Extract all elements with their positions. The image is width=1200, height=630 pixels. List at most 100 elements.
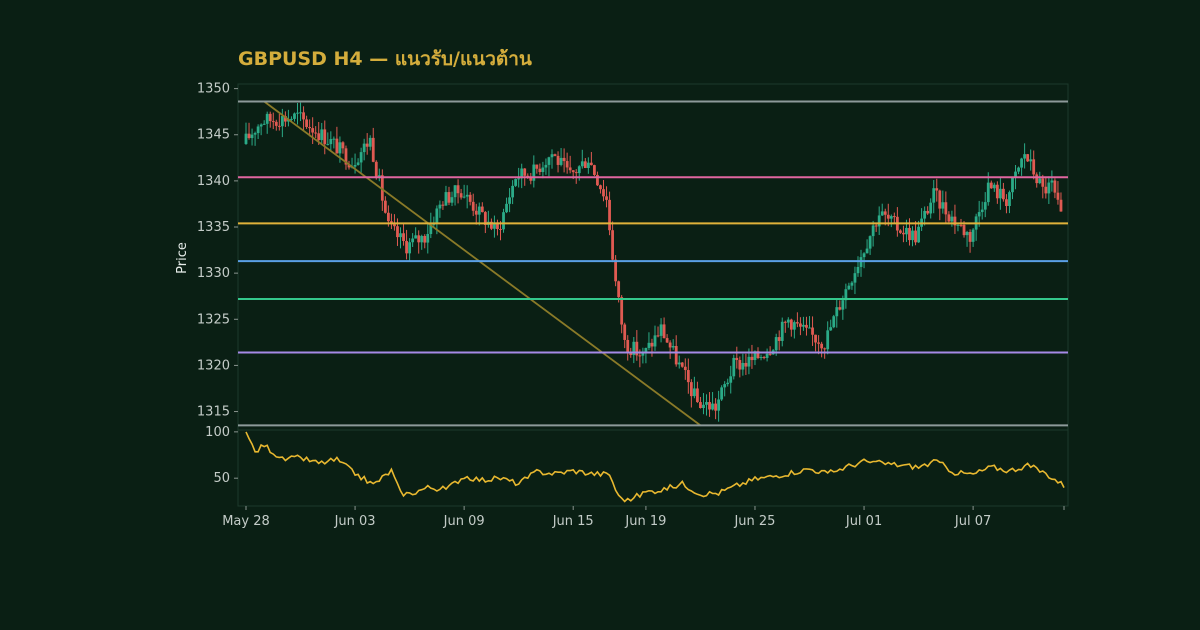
oscillator-panel: 50 100 (205, 425, 1069, 507)
candle-body (1041, 178, 1045, 187)
chart-title: GBPUSD H4 — แนวรับ/แนวต้าน (238, 48, 532, 70)
candle-body (290, 118, 293, 120)
candle-body (941, 202, 945, 209)
candle-body (817, 342, 820, 344)
candle-body (744, 362, 748, 367)
candle-body (265, 113, 269, 124)
candle-body (671, 345, 675, 348)
candle-body (277, 125, 281, 127)
candle-body (599, 185, 602, 190)
y-tick-label: 1345 (197, 128, 230, 143)
candle-body (786, 319, 790, 323)
x-tick-label: Jun 03 (334, 514, 376, 529)
candle-body (402, 233, 405, 241)
candle-body (620, 297, 624, 325)
candle-body (408, 242, 411, 254)
price-panel: 1315 1320 1325 1330 1335 1340 1345 1350 (197, 82, 1069, 431)
candle-body (396, 226, 399, 238)
candle-body (623, 324, 627, 340)
candle-body (677, 362, 681, 365)
candle-body (502, 212, 505, 230)
candle-body (244, 133, 248, 144)
candle-body (326, 144, 330, 146)
candle-body (886, 214, 890, 219)
candle-body (341, 142, 345, 149)
candle-body (853, 273, 857, 283)
candle-body (274, 121, 278, 126)
candle-body (386, 212, 390, 222)
candle-body (998, 188, 1002, 199)
candle-body (268, 113, 272, 122)
candle-body (532, 164, 536, 181)
candle-body (932, 188, 936, 203)
candle-body (568, 167, 572, 171)
candle-body (980, 209, 984, 213)
candle-body (1026, 154, 1030, 162)
candle-body (892, 216, 896, 218)
osc-y-tick-label: 50 (213, 471, 230, 486)
candle-body (1044, 186, 1048, 194)
x-tick-label: Jun 19 (624, 514, 666, 529)
candle-body (795, 322, 799, 324)
candle-body (862, 253, 866, 258)
candle-body (717, 399, 721, 411)
candle-body (362, 143, 366, 153)
candle-body (1020, 158, 1023, 168)
candle-body (586, 162, 590, 168)
candle-body (808, 327, 811, 329)
candle-body (889, 216, 893, 219)
x-tick-label: May 28 (222, 514, 270, 529)
candle-body (1047, 182, 1051, 194)
candle-body (405, 240, 408, 254)
candle-body (1017, 167, 1020, 172)
candle-body (765, 353, 769, 358)
candle-body (535, 164, 539, 169)
candle-body (944, 202, 948, 215)
candle-body (320, 129, 324, 141)
candle-body (423, 235, 427, 243)
candle-body (662, 324, 666, 339)
candle-body (868, 236, 872, 249)
oscillator-line (245, 431, 1065, 503)
candle-body (359, 152, 363, 163)
candle-body (368, 137, 372, 147)
candle-body (653, 335, 657, 347)
candle-body (259, 124, 263, 127)
candle-body (420, 235, 424, 243)
candle-body (514, 179, 518, 186)
candle-body (477, 206, 481, 215)
candle-body (447, 192, 451, 203)
candle-body (792, 322, 796, 330)
candle-body (902, 232, 905, 235)
candle-body (874, 225, 878, 227)
candle-body (665, 338, 669, 343)
candle-body (459, 193, 463, 198)
candle-body (750, 356, 754, 361)
candle-body (441, 204, 445, 206)
candle-body (293, 113, 296, 119)
candle-body (538, 168, 542, 173)
candle-body (626, 339, 630, 353)
candle-body (992, 184, 996, 189)
candle-body (611, 230, 614, 260)
candle-body (250, 134, 254, 139)
candle-body (329, 139, 333, 145)
candle-body (583, 161, 587, 168)
candle-body (553, 154, 557, 156)
candle-body (777, 337, 781, 341)
candle-body (1008, 192, 1011, 206)
candle-body (444, 192, 448, 206)
candle-body (411, 238, 415, 243)
candle-body (762, 357, 766, 359)
price-frame (237, 83, 1069, 431)
candle-body (811, 327, 814, 335)
candle-body (914, 230, 917, 243)
candle-body (692, 388, 696, 397)
candle-body (580, 161, 584, 167)
candle-body (462, 196, 466, 198)
candle-body (323, 129, 327, 145)
candle-body (559, 157, 563, 165)
candle-body (438, 204, 442, 209)
candle-body (399, 233, 402, 238)
candle-body (1023, 154, 1027, 159)
